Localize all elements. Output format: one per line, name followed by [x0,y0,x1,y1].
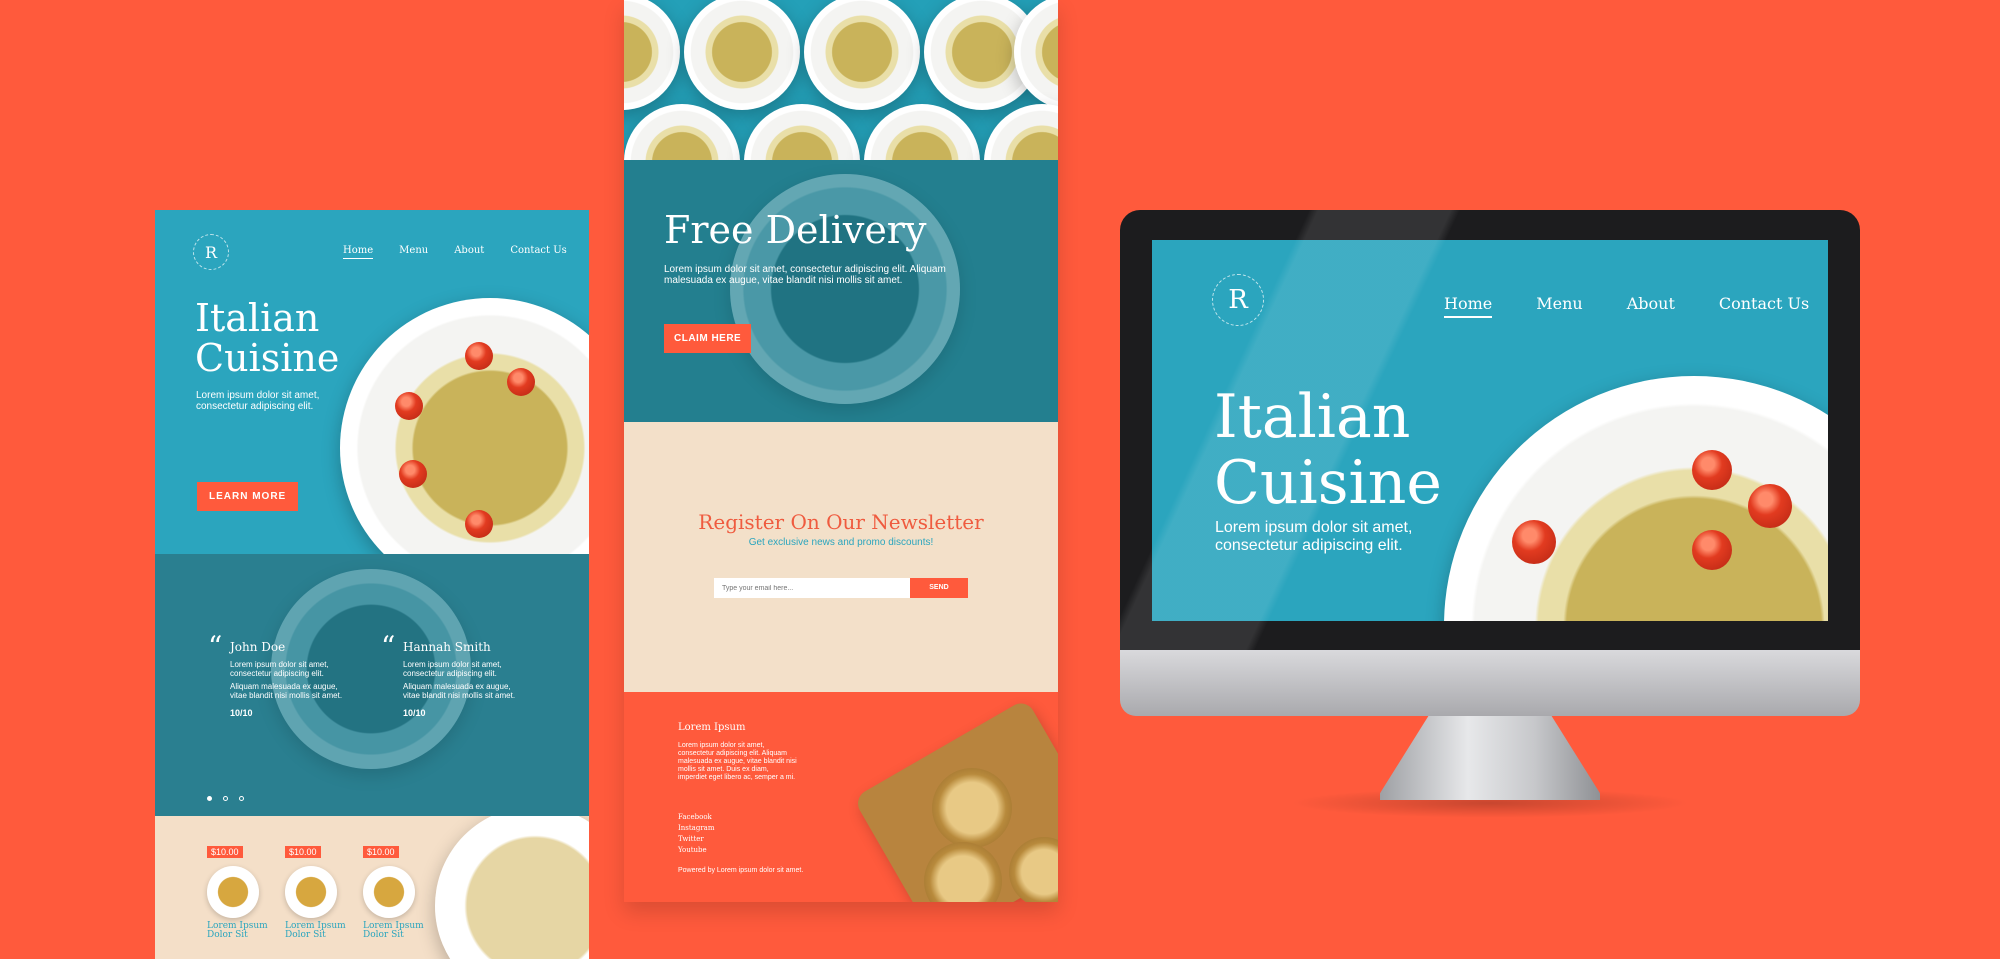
tomato-image [1512,520,1556,564]
footer-title: Lorem Ipsum [678,722,746,733]
pasta-plate-image [804,0,920,110]
claim-here-button[interactable]: CLAIM HERE [664,324,752,353]
twitter-link[interactable]: Twitter [678,834,715,845]
newsletter-title: Register On Our Newsletter [698,510,984,534]
pasta-plate-image [435,816,589,959]
instagram-link[interactable]: Instagram [678,823,715,834]
main-nav: Home Menu About Contact Us [1444,294,1809,318]
quote-icon: “ [208,630,223,663]
nav-menu[interactable]: Menu [1536,294,1582,318]
main-nav: Home Menu About Contact Us [343,245,567,259]
hero-title: Italian Cuisine [1214,382,1442,518]
price-badge: $10.00 [363,846,399,858]
email-input[interactable] [714,578,910,598]
menu-section: $10.00 Lorem Ipsum Dolor Sit $10.00 Lore… [155,816,589,959]
carousel-dot[interactable] [239,796,244,801]
price-badge: $10.00 [285,846,321,858]
pasta-plate-image [624,0,680,110]
tomato-image [399,460,427,488]
hero-section: R Home Menu About Contact Us Italian Cui… [155,210,589,554]
monitor-screen: R Home Menu About Contact Us Italian Cui… [1152,240,1828,621]
learn-more-button[interactable]: LEARN MORE [197,482,299,511]
bruschetta-image [932,768,1012,848]
send-button[interactable]: SEND [910,578,968,598]
plate-pattern-banner [624,0,1058,160]
testimonials-section: “ John Doe Lorem ipsum dolor sit amet, c… [155,554,589,816]
nav-home[interactable]: Home [343,245,374,259]
nav-about[interactable]: About [454,245,484,259]
brand-logo[interactable]: R [193,234,229,270]
menu-item[interactable]: $10.00 Lorem Ipsum Dolor Sit [363,842,433,940]
nav-contact[interactable]: Contact Us [1719,294,1809,318]
mobile-landing-mockup: R Home Menu About Contact Us Italian Cui… [155,210,589,959]
dish-image [363,866,415,918]
newsletter-section: Register On Our Newsletter Get exclusive… [624,422,1058,692]
free-delivery-section: Free Delivery Lorem ipsum dolor sit amet… [624,160,1058,422]
desktop-monitor-mockup: R Home Menu About Contact Us Italian Cui… [1120,210,1860,818]
tomato-image [395,392,423,420]
powered-by-text: Powered by Lorem ipsum dolor sit amet. [678,867,804,874]
tomato-image [507,368,535,396]
footer-section: Lorem Ipsum Lorem ipsum dolor sit amet, … [624,692,1058,902]
hero-subtitle: Lorem ipsum dolor sit amet, consectetur … [196,390,320,412]
pasta-plate-image [684,0,800,110]
promo-text: Lorem ipsum dolor sit amet, consectetur … [664,264,946,286]
monitor-chin [1120,650,1860,716]
youtube-link[interactable]: Youtube [678,845,715,856]
nav-home[interactable]: Home [1444,294,1493,318]
carousel-dot[interactable] [207,796,212,801]
promo-title: Free Delivery [664,208,927,252]
monitor-bezel: R Home Menu About Contact Us Italian Cui… [1120,210,1860,650]
social-links: Facebook Instagram Twitter Youtube [678,812,715,856]
pasta-plate-image [340,298,589,554]
carousel-dots [207,796,244,801]
testimonial-card: “ Hannah Smith Lorem ipsum dolor sit ame… [381,630,516,718]
dish-image [285,866,337,918]
nav-about[interactable]: About [1627,294,1675,318]
nav-menu[interactable]: Menu [399,245,428,259]
tomato-image [1748,484,1792,528]
pasta-plate-image [864,104,980,160]
testimonial-card: “ John Doe Lorem ipsum dolor sit amet, c… [208,630,343,718]
tomato-image [465,342,493,370]
menu-item[interactable]: $10.00 Lorem Ipsum Dolor Sit [207,842,277,940]
promo-page-mockup: Free Delivery Lorem ipsum dolor sit amet… [624,0,1058,902]
hero-title: Italian Cuisine [195,296,340,380]
dish-image [207,866,259,918]
brand-logo[interactable]: R [1212,274,1264,326]
newsletter-subtitle: Get exclusive news and promo discounts! [748,537,934,548]
tomato-image [465,510,493,538]
pasta-plate-image [744,104,860,160]
pasta-plate-image [624,104,740,160]
monitor-stand [1380,716,1600,800]
price-badge: $10.00 [207,846,243,858]
nav-contact[interactable]: Contact Us [510,245,566,259]
footer-text: Lorem ipsum dolor sit amet, consectetur … [678,742,797,781]
hero-subtitle: Lorem ipsum dolor sit amet, consectetur … [1215,519,1413,554]
pasta-plate-image [984,104,1058,160]
carousel-dot[interactable] [223,796,228,801]
facebook-link[interactable]: Facebook [678,812,715,823]
tomato-image [1692,530,1732,570]
menu-item[interactable]: $10.00 Lorem Ipsum Dolor Sit [285,842,355,940]
tomato-image [1692,450,1732,490]
quote-icon: “ [381,630,396,663]
